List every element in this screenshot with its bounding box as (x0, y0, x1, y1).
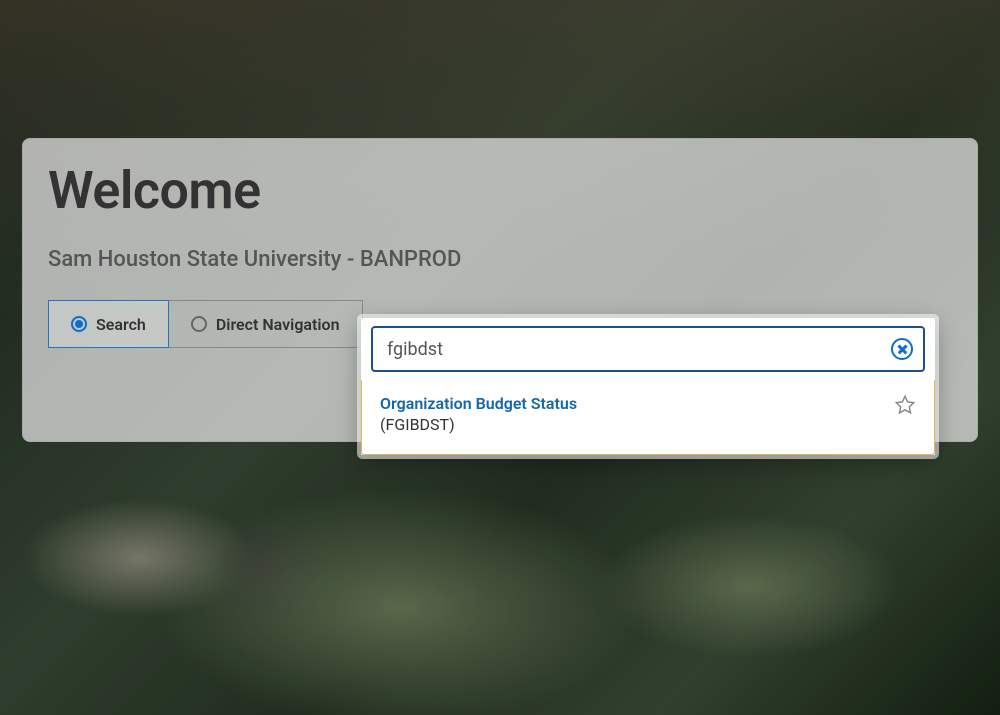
tab-direct-navigation[interactable]: Direct Navigation (169, 300, 363, 348)
tab-search[interactable]: Search (48, 300, 169, 348)
search-results: Organization Budget Status (FGIBDST) (361, 380, 935, 455)
search-input-wrapper (371, 326, 925, 372)
welcome-subtitle: Sam Houston State University - BANPROD (48, 247, 952, 272)
search-input[interactable] (373, 339, 881, 360)
radio-icon (71, 316, 87, 332)
star-outline-icon (894, 394, 916, 420)
tab-direct-label: Direct Navigation (216, 315, 340, 334)
welcome-title: Welcome (48, 162, 952, 219)
favorite-button[interactable] (884, 394, 916, 420)
radio-icon (191, 316, 207, 332)
search-result-item[interactable]: Organization Budget Status (FGIBDST) (380, 394, 916, 434)
tab-search-label: Search (96, 315, 146, 334)
clear-search-button[interactable] (881, 328, 923, 370)
result-title: Organization Budget Status (380, 394, 884, 413)
close-circle-icon (891, 338, 913, 360)
result-text: Organization Budget Status (FGIBDST) (380, 394, 884, 434)
result-code: (FGIBDST) (380, 415, 884, 434)
search-popup: Organization Budget Status (FGIBDST) (361, 318, 935, 455)
